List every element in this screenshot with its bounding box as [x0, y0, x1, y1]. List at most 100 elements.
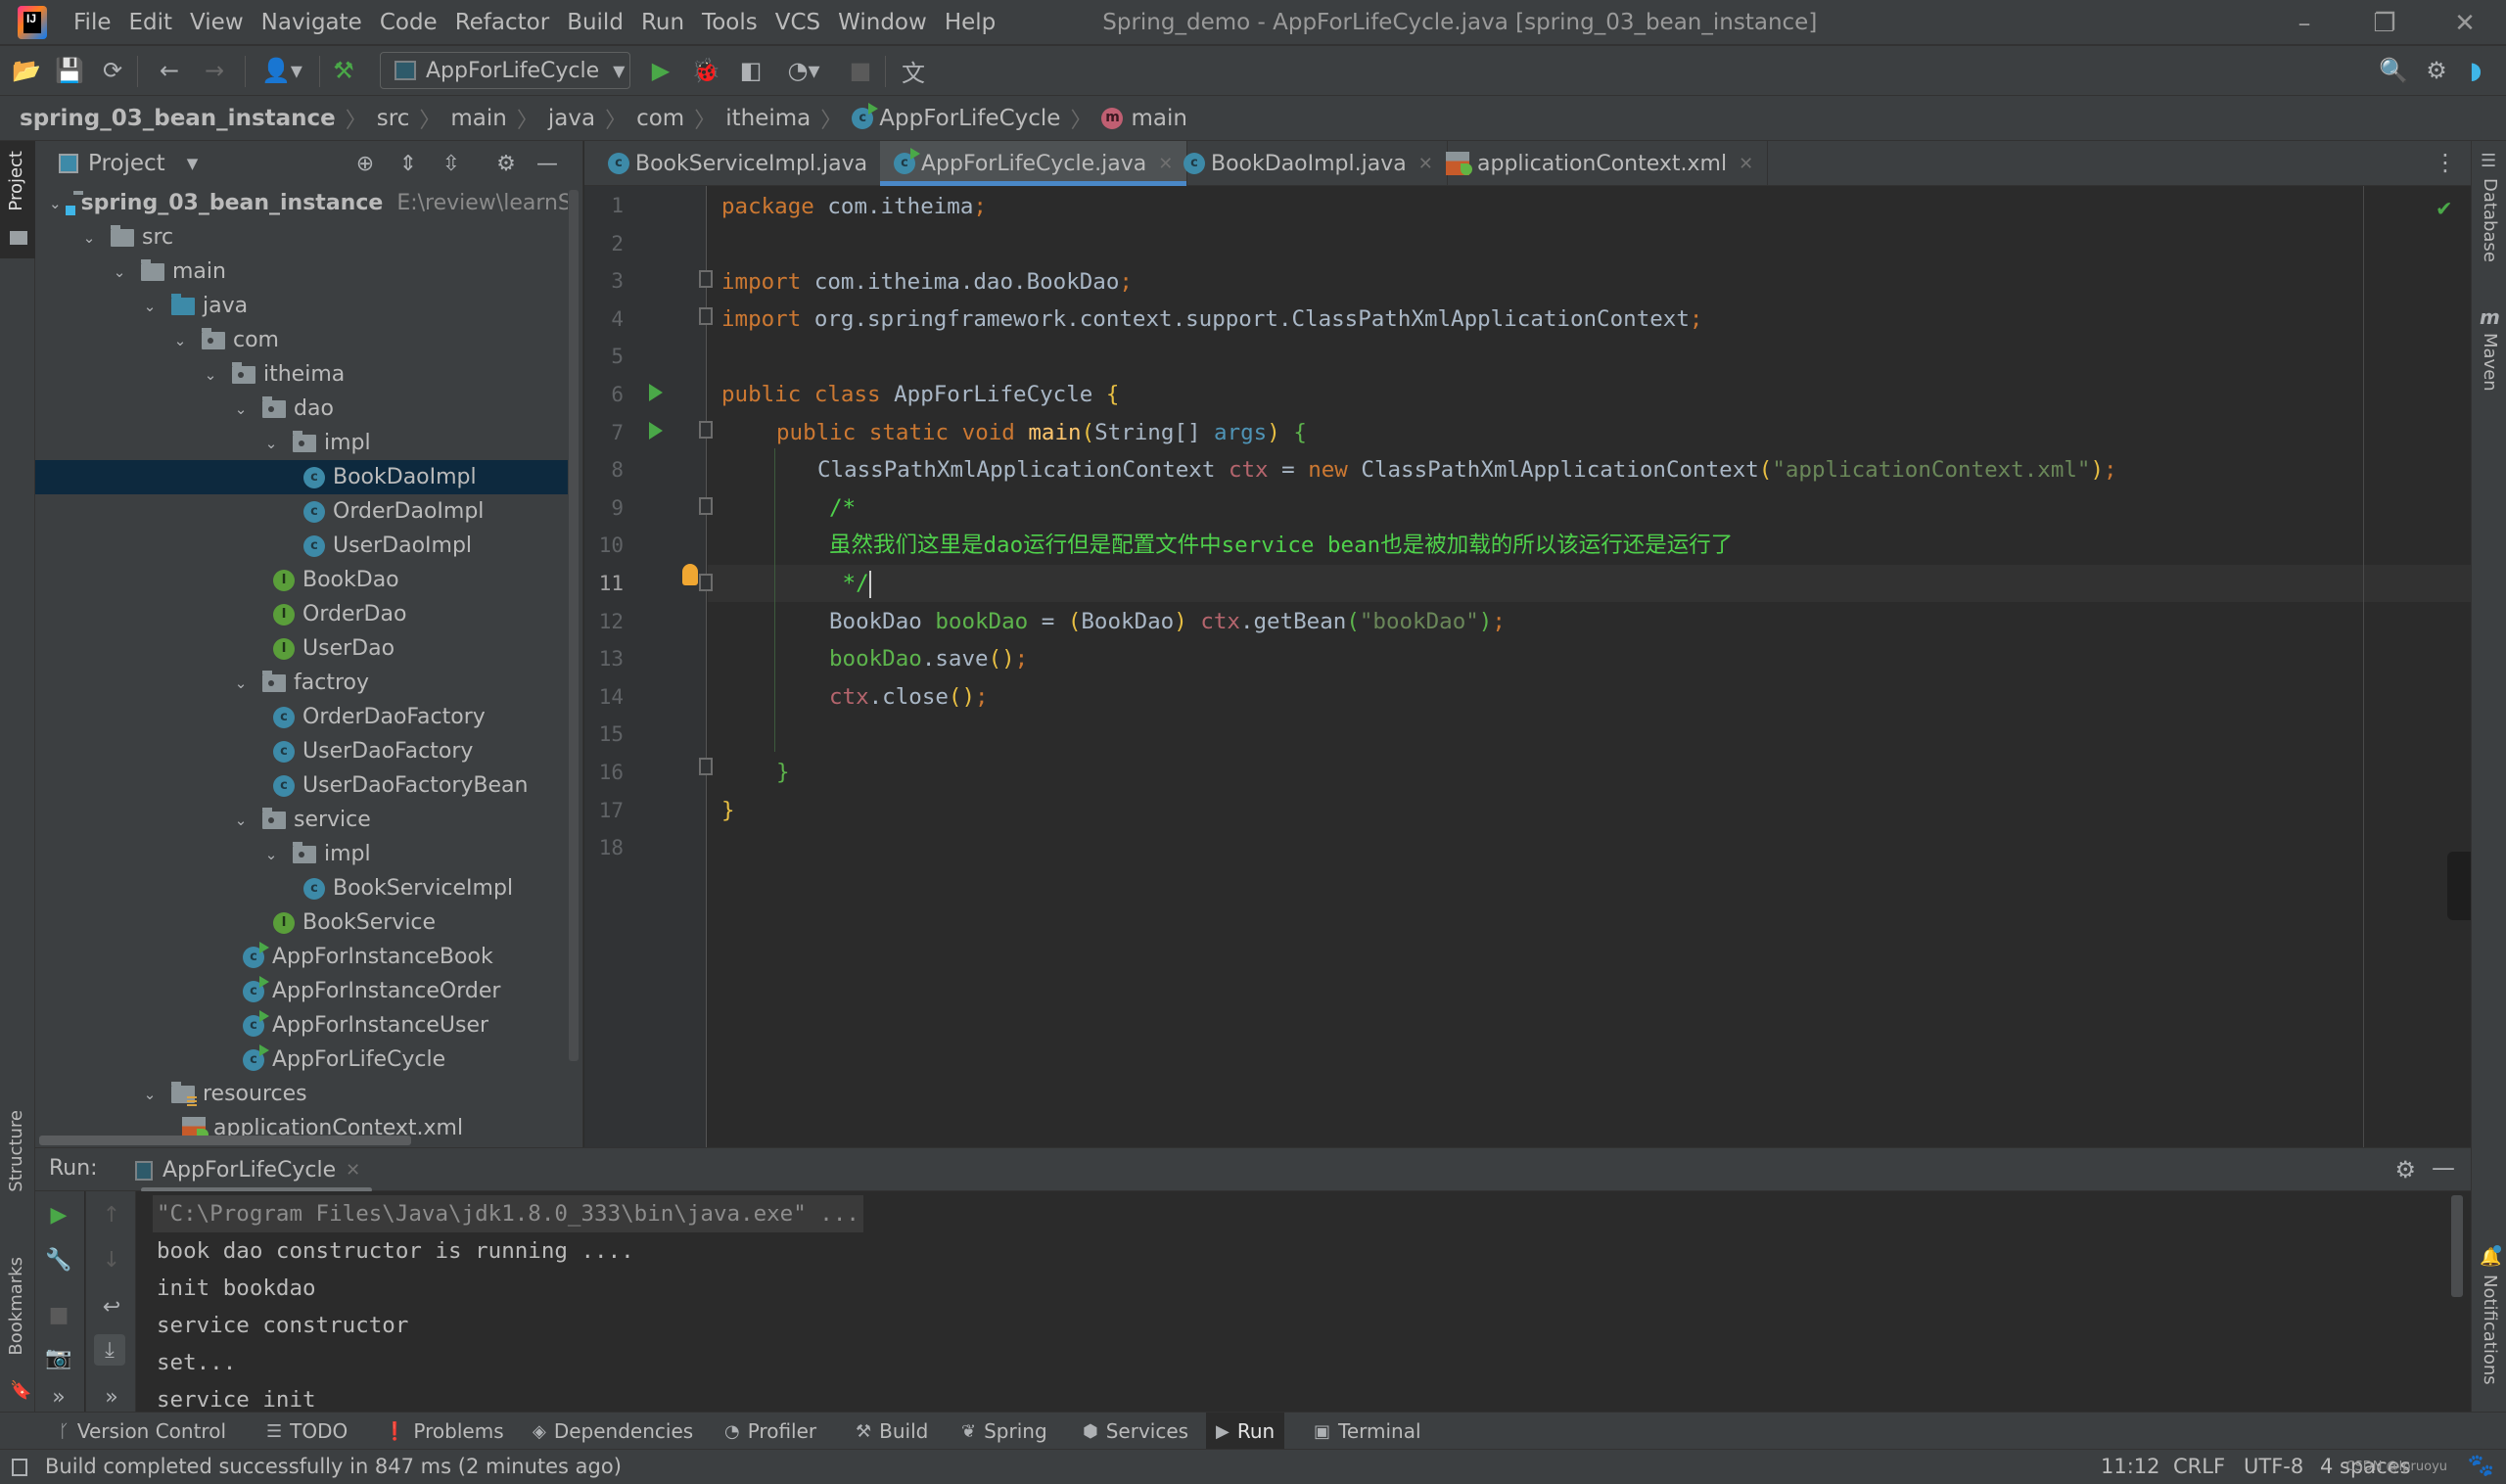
tree-item[interactable]: ⌄ factroy	[35, 666, 568, 700]
close-window-button[interactable]: ✕	[2426, 0, 2504, 46]
tool-tab-version-control[interactable]: ᚴ Version Control	[49, 1413, 236, 1450]
menu-edit[interactable]: Edit	[120, 10, 182, 35]
run-settings-gear-icon[interactable]: ⚙	[2394, 1156, 2416, 1183]
tree-item[interactable]: c UserDaoImpl	[35, 529, 568, 563]
tree-item[interactable]: ⌄ impl	[35, 837, 568, 871]
menu-view[interactable]: View	[181, 10, 253, 35]
tree-item[interactable]: c AppForInstanceOrder	[35, 974, 568, 1008]
tree-item[interactable]: ⌄ impl	[35, 426, 568, 460]
tab-appforlifecycle[interactable]: c AppForLifeCycle.java ✕	[880, 141, 1188, 186]
chevron-down-icon[interactable]: ▼	[187, 155, 199, 172]
no-problems-check-icon[interactable]: ✔	[2437, 194, 2451, 221]
tree-item[interactable]: ⌄ src	[35, 220, 568, 255]
run-icon[interactable]: ▶	[646, 56, 675, 85]
tree-item[interactable]: ⌄ spring_03_bean_instance E:\review\learnS…	[35, 186, 568, 220]
maven-stripe-button[interactable]: m Maven	[2472, 305, 2506, 413]
menu-help[interactable]: Help	[936, 10, 1004, 35]
notifications-stripe-button[interactable]: 🔔 Notifications	[2472, 1245, 2506, 1404]
fold-marker-icon[interactable]	[699, 758, 713, 775]
tree-item[interactable]: c AppForInstanceUser	[35, 1008, 568, 1043]
breadcrumb-main[interactable]: main	[450, 106, 506, 131]
build-hammer-icon[interactable]: ⚒	[329, 56, 358, 85]
coverage-icon[interactable]: ◧	[736, 56, 766, 85]
breadcrumb-module[interactable]: spring_03_bean_instance	[20, 106, 336, 131]
tab-bookdaoimpl[interactable]: c BookDaoImpl.java ✕	[1170, 141, 1448, 186]
menu-window[interactable]: Window	[829, 10, 936, 35]
open-folder-icon[interactable]: 📂	[12, 56, 41, 85]
hide-panel-icon[interactable]: —	[2432, 1154, 2455, 1182]
chevron-down-icon[interactable]: ⌄	[170, 332, 190, 349]
collapse-all-icon[interactable]: ⇳	[437, 149, 466, 178]
tree-item[interactable]: ⌄ resources	[35, 1077, 568, 1111]
project-view-select[interactable]: Project	[88, 151, 165, 176]
tree-item[interactable]: c AppForInstanceBook	[35, 940, 568, 974]
toggle-tool-windows-icon[interactable]	[12, 1459, 27, 1476]
toolbox-icon[interactable]: ◗	[2461, 56, 2490, 85]
soft-wrap-icon[interactable]: ↩	[96, 1291, 127, 1322]
forward-icon[interactable]: →	[200, 56, 229, 85]
run-gutter-icon[interactable]	[649, 422, 663, 440]
chevron-down-icon[interactable]: ⌄	[231, 400, 251, 418]
tree-item[interactable]: I BookDao	[35, 563, 568, 597]
tree-item[interactable]: ⌄ itheima	[35, 357, 568, 392]
tree-item[interactable]: c UserDaoFactoryBean	[35, 768, 568, 803]
fold-marker-icon[interactable]	[699, 574, 713, 591]
debug-icon[interactable]: 🐞	[691, 56, 720, 85]
arrow-down-icon[interactable]: ↓	[96, 1244, 127, 1275]
camera-icon[interactable]: 📷	[43, 1342, 74, 1373]
close-tab-icon[interactable]: ✕	[1739, 154, 1753, 174]
menu-file[interactable]: File	[65, 10, 120, 35]
bookmarks-stripe-button[interactable]: Bookmarks 🔖	[0, 1257, 35, 1404]
settings-gear-icon[interactable]: ⚙	[2422, 56, 2451, 85]
more-chevron-icon[interactable]: »	[96, 1381, 127, 1413]
menu-vcs[interactable]: VCS	[766, 10, 829, 35]
stop-icon[interactable]: ■	[846, 56, 875, 85]
tree-item[interactable]: c BookServiceImpl	[35, 871, 568, 905]
profile-icon[interactable]: ◔▾	[779, 56, 828, 85]
tree-item[interactable]: I OrderDao	[35, 597, 568, 631]
tree-item[interactable]: c OrderDaoImpl	[35, 494, 568, 529]
chevron-down-icon[interactable]: ⌄	[231, 812, 251, 829]
rerun-icon[interactable]: ▶	[43, 1199, 74, 1230]
database-stripe-button[interactable]: ☰ Database	[2472, 151, 2506, 278]
menu-refactor[interactable]: Refactor	[446, 10, 558, 35]
wrench-icon[interactable]: 🔧	[43, 1244, 74, 1275]
tree-item[interactable]: I BookService	[35, 905, 568, 940]
status-message[interactable]: Build completed successfully in 847 ms (…	[45, 1455, 622, 1478]
tool-tab-dependencies[interactable]: ◈ Dependencies	[523, 1413, 703, 1450]
more-chevron-icon[interactable]: »	[43, 1381, 74, 1413]
editor-scroll-marker[interactable]	[2447, 852, 2471, 920]
tree-item[interactable]: c BookDaoImpl	[35, 460, 568, 494]
translate-icon[interactable]: 文	[899, 56, 928, 87]
console-scrollbar[interactable]	[2451, 1195, 2463, 1297]
breadcrumb-src[interactable]: src	[377, 106, 410, 131]
menu-run[interactable]: Run	[632, 10, 693, 35]
run-tab-appforlifecycle[interactable]: AppForLifeCycle ✕	[123, 1148, 373, 1192]
fold-marker-icon[interactable]	[699, 270, 713, 288]
tree-item[interactable]: ⌄ dao	[35, 392, 568, 426]
tool-tab-terminal[interactable]: ▣ Terminal	[1304, 1413, 1431, 1450]
tool-tab-run[interactable]: ▶ Run	[1206, 1413, 1285, 1450]
tree-item[interactable]: ⌄ com	[35, 323, 568, 357]
line-ending[interactable]: CRLF	[2173, 1455, 2225, 1478]
menu-build[interactable]: Build	[558, 10, 632, 35]
run-gutter-icon[interactable]	[649, 384, 663, 401]
chevron-down-icon[interactable]: ⌄	[261, 846, 281, 863]
tool-tab-profiler[interactable]: ◔ Profiler	[715, 1413, 826, 1450]
caret-position[interactable]: 11:12	[2101, 1455, 2160, 1478]
chevron-down-icon[interactable]: ⌄	[201, 366, 220, 384]
locate-icon[interactable]: ⊕	[350, 149, 380, 178]
breadcrumb-itheima[interactable]: itheima	[725, 106, 811, 131]
tool-tab-todo[interactable]: ☰ TODO	[256, 1413, 357, 1450]
menu-code[interactable]: Code	[371, 10, 446, 35]
tree-item[interactable]: ⌄ main	[35, 255, 568, 289]
save-icon[interactable]: 💾	[55, 56, 84, 85]
back-icon[interactable]: ←	[155, 56, 184, 85]
stop-icon[interactable]: ■	[43, 1299, 74, 1330]
file-encoding[interactable]: UTF-8	[2244, 1455, 2303, 1478]
close-tab-icon[interactable]: ✕	[1418, 154, 1433, 174]
close-tab-icon[interactable]: ✕	[346, 1160, 360, 1181]
run-configuration-select[interactable]: AppForLifeCycle ▼	[380, 52, 630, 89]
user-icon[interactable]: 👤▾	[258, 56, 305, 85]
lightbulb-icon[interactable]	[682, 564, 698, 585]
